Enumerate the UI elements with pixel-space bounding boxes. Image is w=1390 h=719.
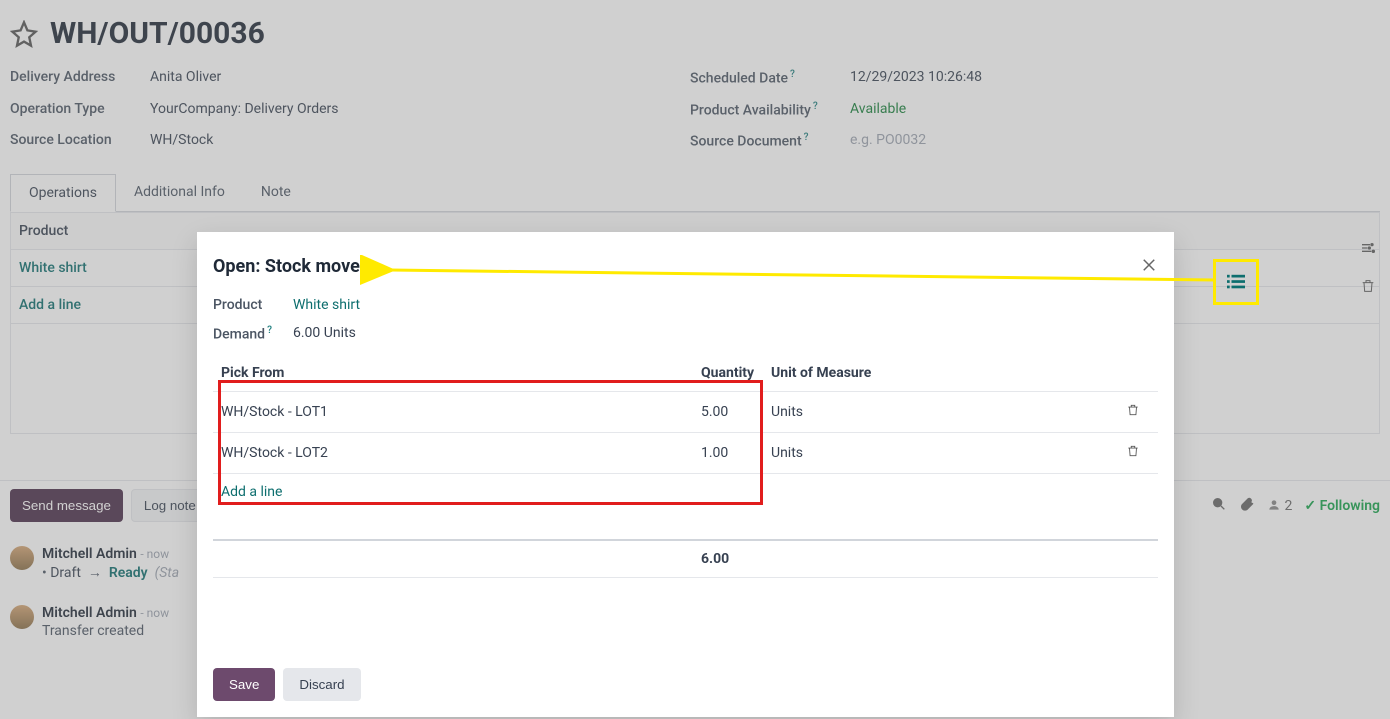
total-qty: 6.00 [693,540,763,578]
trash-icon[interactable] [1360,278,1376,298]
pick-from-cell[interactable]: WH/Stock - LOT2 [213,432,693,473]
trash-icon[interactable] [1126,406,1140,422]
record-title: WH/OUT/00036 [50,16,265,51]
delivery-address-label: Delivery Address [10,69,140,87]
avatar [10,546,34,570]
log-body: • Draft → Ready (Sta [42,564,179,581]
operation-type-value[interactable]: YourCompany: Delivery Orders [150,101,680,119]
table-row[interactable]: WH/Stock - LOT1 5.00 Units [213,391,1158,432]
table-row[interactable]: WH/Stock - LOT2 1.00 Units [213,432,1158,473]
log-time: - now [140,606,169,620]
pick-from-cell[interactable]: WH/Stock - LOT1 [213,391,693,432]
avatar [10,605,34,629]
tabs: Operations Additional Info Note [10,174,1380,212]
uom-cell[interactable]: Units [763,391,1118,432]
modal-demand-label: Demand? [213,325,293,343]
source-location-value[interactable]: WH/Stock [150,132,680,150]
following-indicator[interactable]: Following [1304,498,1380,514]
scheduled-date-value[interactable]: 12/29/2023 10:26:48 [850,69,1380,87]
tab-additional-info[interactable]: Additional Info [116,174,243,211]
tab-operations[interactable]: Operations [10,174,116,212]
operation-type-label: Operation Type [10,101,140,119]
attachment-icon[interactable] [1239,496,1255,516]
delivery-address-value[interactable]: Anita Oliver [150,69,680,87]
pick-table: Pick From Quantity Unit of Measure WH/St… [213,355,1158,578]
qty-cell[interactable]: 1.00 [693,432,763,473]
col-uom: Unit of Measure [763,355,1118,392]
uom-cell[interactable]: Units [763,432,1118,473]
product-availability-value: Available [850,101,1380,119]
qty-cell[interactable]: 5.00 [693,391,763,432]
scheduled-date-label: Scheduled Date? [690,69,840,87]
send-message-button[interactable]: Send message [10,489,123,522]
stock-move-modal: Open: Stock move Product White shirt Dem… [197,232,1174,717]
log-body: Transfer created [42,623,169,639]
search-icon[interactable] [1211,496,1227,516]
star-icon[interactable] [10,20,38,48]
save-button[interactable]: Save [213,668,275,701]
modal-demand-value: 6.00 Units [293,325,1158,343]
col-pick-from: Pick From [213,355,693,392]
log-author: Mitchell Admin [42,605,137,621]
source-location-label: Source Location [10,132,140,150]
tab-note[interactable]: Note [243,174,309,211]
detailed-operations-button[interactable] [1213,259,1259,305]
trash-icon[interactable] [1126,447,1140,463]
sliders-icon[interactable] [1360,240,1376,260]
modal-product-label: Product [213,297,293,313]
add-line-link[interactable]: Add a line [19,297,81,313]
source-document-input[interactable]: e.g. PO0032 [850,132,1380,150]
product-availability-label: Product Availability? [690,101,840,119]
modal-title: Open: Stock move [213,256,360,277]
log-author: Mitchell Admin [42,546,137,562]
close-icon[interactable] [1140,256,1158,277]
add-line-link[interactable]: Add a line [221,484,282,500]
discard-button[interactable]: Discard [283,668,360,701]
followers-count[interactable]: 2 [1267,498,1292,514]
modal-product-value[interactable]: White shirt [293,297,360,313]
col-quantity: Quantity [693,355,763,392]
log-time: - now [140,547,169,561]
product-cell[interactable]: White shirt [19,260,87,276]
source-document-label: Source Document? [690,132,840,150]
